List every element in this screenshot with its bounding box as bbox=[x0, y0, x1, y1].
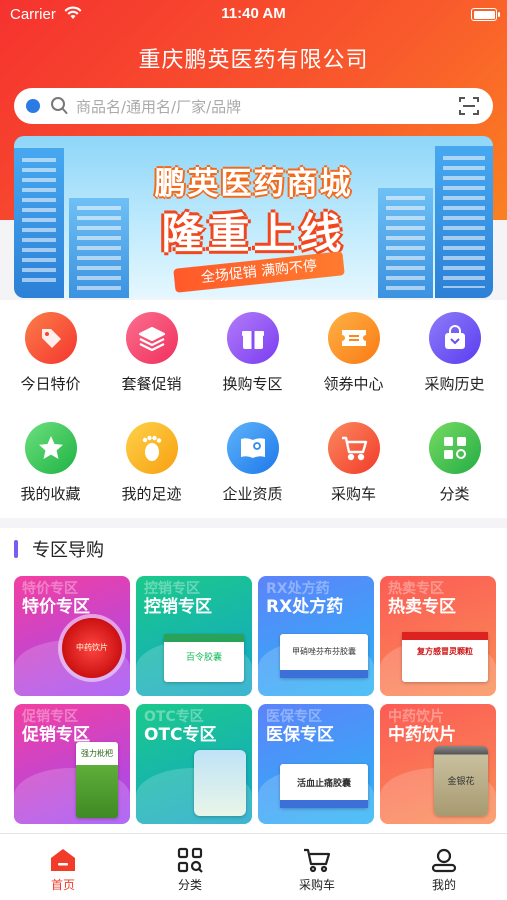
bottom-tab-bar: 首页 分类 采购车 我的 bbox=[0, 833, 507, 900]
card-title: RX处方药 bbox=[266, 597, 344, 617]
product-image bbox=[194, 750, 246, 816]
menu-label: 采购历史 bbox=[424, 375, 485, 393]
cart-icon bbox=[327, 422, 380, 474]
menu-item-today-special[interactable]: 今日特价 bbox=[0, 312, 101, 394]
menu-label: 我的收藏 bbox=[20, 485, 81, 503]
scan-icon[interactable] bbox=[459, 96, 479, 120]
zone-card-rx[interactable]: RX处方药 RX处方药 甲硝唑芬布芬胶囊 bbox=[258, 576, 374, 696]
zone-card-hot-sale[interactable]: 热卖专区 热卖专区 复方感冒灵颗粒 bbox=[380, 576, 496, 696]
card-title: 医保专区 bbox=[266, 725, 334, 745]
zone-card-special-price[interactable]: 特价专区 特价专区 中药饮片 bbox=[14, 576, 130, 696]
status-bar: Carrier 11:40 AM bbox=[0, 0, 507, 30]
menu-label: 采购车 bbox=[330, 485, 376, 503]
menu-item-qualification[interactable]: 企业资质 bbox=[202, 422, 303, 504]
shopping-bag-icon bbox=[428, 312, 481, 364]
gift-icon bbox=[226, 312, 279, 364]
card-title: 中药饮片 bbox=[388, 725, 456, 745]
product-label: 强力枇杷 bbox=[81, 749, 113, 758]
search-icon bbox=[50, 96, 68, 120]
menu-label: 企业资质 bbox=[222, 485, 283, 503]
product-label: 百令胶囊 bbox=[185, 653, 222, 663]
banner-subtitle: 隆重上线 bbox=[161, 209, 346, 258]
home-icon bbox=[49, 846, 77, 874]
zone-guide-section: 专区导购 特价专区 特价专区 中药饮片 控销专区 控销专区 百令胶囊 RX处方药… bbox=[0, 528, 507, 833]
menu-item-favorites[interactable]: 我的收藏 bbox=[0, 422, 101, 504]
tab-label: 分类 bbox=[177, 878, 202, 892]
menu-item-purchase-history[interactable]: 采购历史 bbox=[404, 312, 505, 394]
page-title: 重庆鹏英医药有限公司 bbox=[138, 48, 369, 73]
menu-item-package-promo[interactable]: 套餐促销 bbox=[101, 312, 202, 394]
tab-label: 首页 bbox=[50, 878, 75, 892]
tab-cart[interactable]: 采购车 bbox=[254, 834, 380, 893]
certificate-icon bbox=[226, 422, 279, 474]
product-image: 百令胶囊 bbox=[164, 634, 244, 682]
price-tag-icon bbox=[24, 312, 77, 364]
category-icon bbox=[428, 422, 481, 474]
category-grid-icon bbox=[176, 846, 204, 874]
quick-menu: 今日特价 套餐促销 换购专区 领券中心 采购历史 我的收藏 我的足迹 企业资质 … bbox=[0, 300, 507, 518]
product-image: 强力枇杷 bbox=[76, 742, 118, 818]
menu-label: 分类 bbox=[439, 485, 470, 503]
promo-banner[interactable]: 鹏英医药商城 隆重上线 全场促销 满购不停 bbox=[14, 136, 493, 298]
menu-item-category[interactable]: 分类 bbox=[404, 422, 505, 504]
product-image: 金银花 bbox=[434, 746, 488, 816]
menu-label: 领券中心 bbox=[323, 375, 384, 393]
menu-label: 今日特价 bbox=[20, 375, 81, 393]
zone-card-otc[interactable]: OTC专区 OTC专区 bbox=[136, 704, 252, 824]
product-image: 甲硝唑芬布芬胶囊 bbox=[280, 634, 368, 678]
zone-card-chinese-herbs[interactable]: 中药饮片 中药饮片 金银花 bbox=[380, 704, 496, 824]
menu-label: 我的足迹 bbox=[121, 485, 182, 503]
footprint-icon bbox=[125, 422, 178, 474]
user-icon bbox=[430, 846, 458, 874]
battery-icon bbox=[471, 8, 500, 21]
banner-title: 鹏英医药商城 bbox=[154, 166, 353, 202]
star-icon bbox=[24, 422, 77, 474]
menu-item-purchase-cart[interactable]: 采购车 bbox=[303, 422, 404, 504]
product-label: 金银花 bbox=[447, 777, 475, 787]
card-title: 热卖专区 bbox=[388, 597, 456, 617]
product-label: 中药饮片 bbox=[76, 643, 108, 652]
menu-item-exchange[interactable]: 换购专区 bbox=[202, 312, 303, 394]
menu-item-footprints[interactable]: 我的足迹 bbox=[101, 422, 202, 504]
coupon-icon bbox=[327, 312, 380, 364]
product-image: 中药饮片 bbox=[62, 618, 122, 678]
tab-home[interactable]: 首页 bbox=[0, 834, 126, 893]
product-label: 活血止痛胶囊 bbox=[296, 779, 351, 789]
zone-card-medical-insurance[interactable]: 医保专区 医保专区 活血止痛胶囊 bbox=[258, 704, 374, 824]
product-label: 复方感冒灵颗粒 bbox=[417, 647, 473, 656]
tab-label: 采购车 bbox=[298, 878, 335, 892]
cart-icon bbox=[303, 846, 331, 874]
zone-card-controlled-sales[interactable]: 控销专区 控销专区 百令胶囊 bbox=[136, 576, 252, 696]
product-image: 活血止痛胶囊 bbox=[280, 764, 368, 808]
search-bar[interactable]: 商品名/通用名/厂家/品牌 bbox=[14, 88, 493, 124]
card-title: 特价专区 bbox=[22, 597, 90, 617]
layers-icon bbox=[125, 312, 178, 364]
card-title: OTC专区 bbox=[144, 725, 217, 745]
card-title: 控销专区 bbox=[144, 597, 212, 617]
menu-label: 换购专区 bbox=[222, 375, 283, 393]
section-title: 专区导购 bbox=[32, 540, 104, 561]
tab-label: 我的 bbox=[431, 878, 456, 892]
status-time: 11:40 AM bbox=[221, 5, 286, 22]
tab-mine[interactable]: 我的 bbox=[381, 834, 507, 893]
section-accent-bar bbox=[14, 540, 18, 558]
card-title: 促销专区 bbox=[22, 725, 90, 745]
menu-label: 套餐促销 bbox=[121, 375, 182, 393]
menu-item-coupon-center[interactable]: 领券中心 bbox=[303, 312, 404, 394]
search-input[interactable]: 商品名/通用名/厂家/品牌 bbox=[76, 96, 241, 117]
product-image: 复方感冒灵颗粒 bbox=[402, 632, 488, 682]
brand-logo-icon bbox=[26, 99, 40, 113]
tab-category[interactable]: 分类 bbox=[127, 834, 253, 893]
product-label: 甲硝唑芬布芬胶囊 bbox=[292, 647, 356, 656]
zone-card-promotion[interactable]: 促销专区 促销专区 强力枇杷 bbox=[14, 704, 130, 824]
